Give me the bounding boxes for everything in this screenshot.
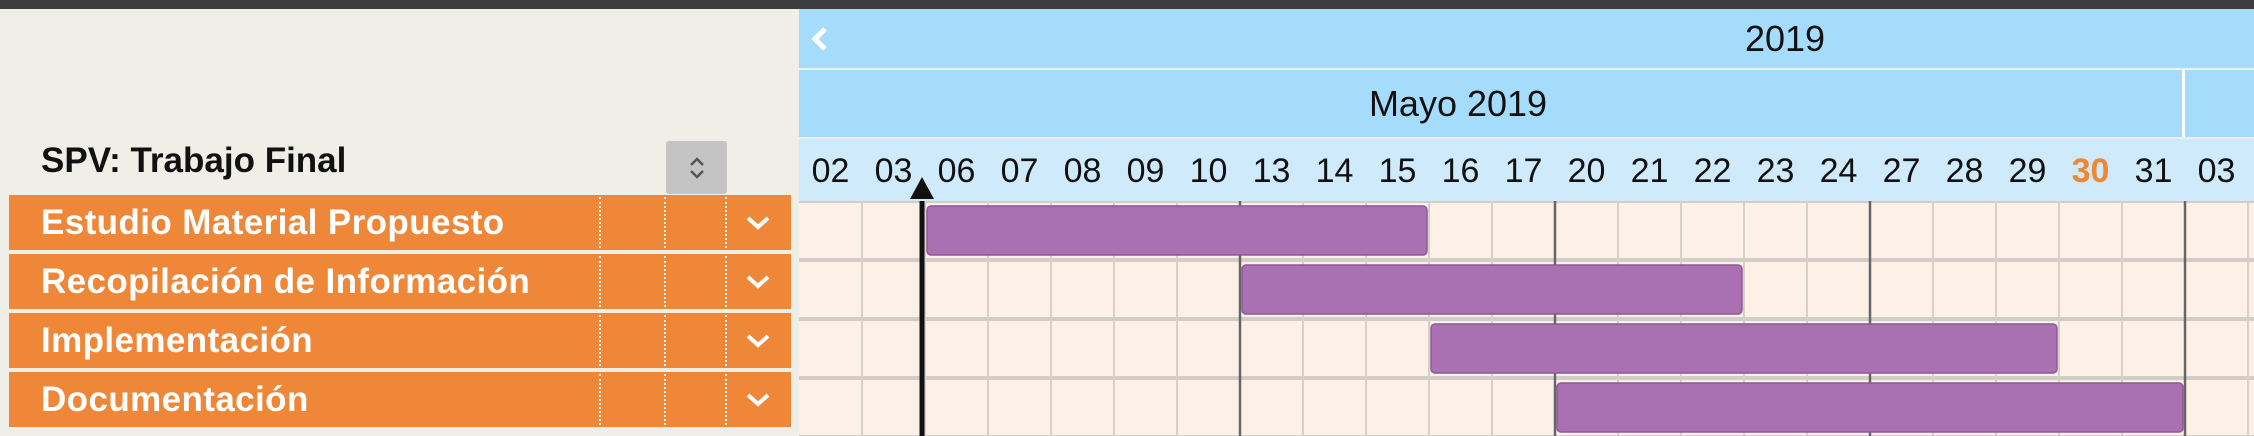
column-divider — [664, 197, 666, 248]
column-divider — [664, 374, 666, 425]
sort-button[interactable] — [666, 141, 727, 194]
day-label: 17 — [1504, 152, 1543, 190]
day-label: 15 — [1378, 152, 1417, 190]
task-bar — [1241, 264, 1743, 315]
day-label: 23 — [1756, 152, 1795, 190]
column-divider — [725, 256, 727, 307]
gantt-grid — [799, 201, 2254, 436]
chevron-left-icon[interactable] — [805, 22, 835, 56]
month-header: Mayo 2019 — [799, 70, 2254, 137]
sort-arrows-icon — [689, 156, 704, 179]
task-name: Documentación — [41, 379, 309, 419]
task-name: Recopilación de Información — [41, 261, 531, 301]
task-row[interactable]: Implementación — [9, 313, 791, 368]
year-label: 2019 — [1744, 17, 1826, 59]
column-divider — [664, 256, 666, 307]
day-label: 03 — [2197, 152, 2236, 190]
day-label: 14 — [1315, 152, 1354, 190]
day-label: 28 — [1945, 152, 1984, 190]
day-label: 22 — [1693, 152, 1732, 190]
task-bar — [1556, 382, 2184, 433]
day-label: 06 — [937, 152, 976, 190]
chevron-down-icon[interactable] — [743, 272, 773, 292]
column-divider — [599, 315, 601, 366]
gantt-timeline: 2019 Mayo 2019 02 03 06 07 08 09 10 13 14 15 16 17 2… — [799, 9, 2254, 436]
day-label: 27 — [1882, 152, 1921, 190]
column-divider — [599, 374, 601, 425]
gantt-grid-svg — [799, 201, 2254, 436]
day-label: 13 — [1252, 152, 1291, 190]
month-divider — [2182, 70, 2185, 137]
day-label: 16 — [1441, 152, 1480, 190]
chevron-down-icon[interactable] — [743, 390, 773, 410]
day-label: 30 — [2071, 152, 2110, 190]
day-label: 10 — [1189, 152, 1228, 190]
task-name: Estudio Material Propuesto — [41, 202, 505, 242]
chevron-down-icon[interactable] — [743, 213, 773, 233]
column-divider — [599, 197, 601, 248]
task-row[interactable]: Recopilación de Información — [9, 254, 791, 309]
year-header: 2019 — [799, 9, 2254, 68]
day-label: 24 — [1819, 152, 1858, 190]
day-label: 08 — [1063, 152, 1102, 190]
day-header: 02 03 06 07 08 09 10 13 14 15 16 17 20 21 22 23 24 27 28 29… — [799, 139, 2254, 201]
task-row[interactable]: Documentación — [9, 372, 791, 427]
day-label: 09 — [1126, 152, 1165, 190]
task-bar — [1430, 323, 2058, 374]
column-divider — [725, 315, 727, 366]
day-label: 21 — [1630, 152, 1669, 190]
task-bar — [926, 205, 1428, 256]
project-title: SPV: Trabajo Final — [41, 141, 347, 180]
day-label: 20 — [1567, 152, 1606, 190]
window-top-bar — [0, 0, 2254, 9]
month-label: Mayo 2019 — [1368, 82, 1548, 124]
day-label: 02 — [811, 152, 850, 190]
marker-triangle — [910, 177, 934, 199]
column-divider — [664, 315, 666, 366]
day-label: 07 — [1000, 152, 1039, 190]
column-divider — [725, 197, 727, 248]
task-name: Implementación — [41, 320, 314, 360]
column-divider — [725, 374, 727, 425]
column-divider — [599, 256, 601, 307]
task-list-panel: SPV: Trabajo Final Estudio Material Prop… — [0, 9, 799, 436]
task-row[interactable]: Estudio Material Propuesto — [9, 195, 791, 250]
chevron-down-icon[interactable] — [743, 331, 773, 351]
current-date-marker-head — [910, 177, 934, 199]
day-label: 29 — [2008, 152, 2047, 190]
day-label: 31 — [2134, 152, 2173, 190]
